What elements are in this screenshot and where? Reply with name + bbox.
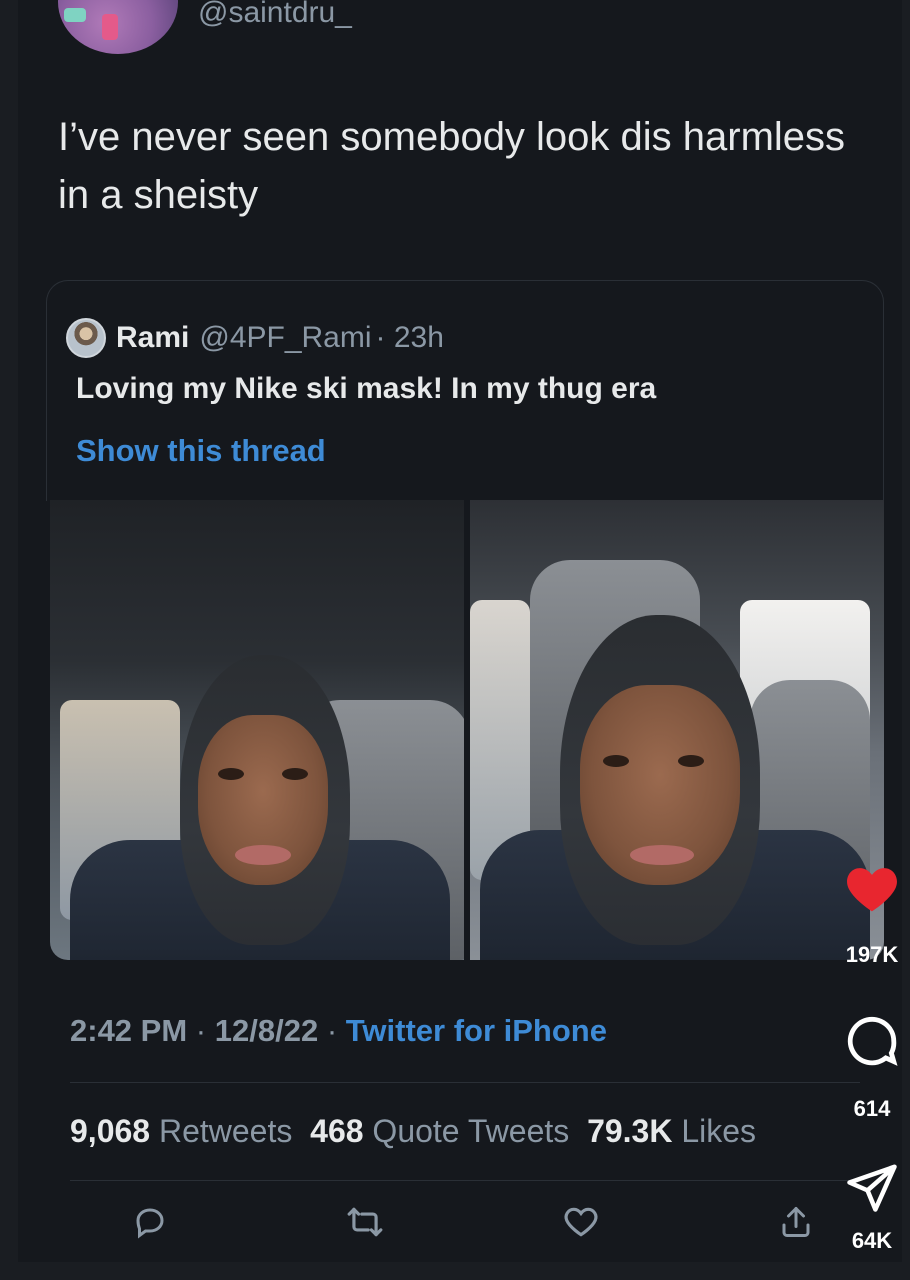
author-handle[interactable]: @saintdru_ (198, 0, 352, 30)
divider (70, 1180, 860, 1181)
meta-separator: · (326, 1013, 338, 1048)
show-thread-link[interactable]: Show this thread (76, 433, 326, 469)
overlay-comment[interactable]: 614 (842, 1012, 902, 1122)
quoted-author-handle: @4PF_Rami (199, 321, 372, 354)
quoted-tweet-text: Loving my Nike ski mask! In my thug era (76, 372, 657, 405)
tweet-date: 12/8/22 (214, 1013, 319, 1048)
likes-stat[interactable]: 79.3K Likes (587, 1113, 756, 1149)
share-icon[interactable] (774, 1200, 818, 1244)
quoted-author-avatar[interactable] (66, 318, 106, 358)
engagement-stats: 9,068 Retweets 468 Quote Tweets 79.3K Li… (70, 1113, 756, 1150)
tweet-metadata: 2:42 PM · 12/8/22 · Twitter for iPhone (70, 1013, 607, 1049)
author-avatar[interactable] (58, 0, 178, 54)
quoted-author-name[interactable]: Rami (116, 321, 189, 355)
like-count: 197K (845, 942, 899, 967)
heart-icon[interactable] (844, 862, 900, 914)
media-photo-1[interactable] (50, 500, 464, 960)
overlay-share[interactable]: 64K (842, 1160, 902, 1254)
tweet-time: 2:42 PM (70, 1013, 188, 1048)
quote-tweets-stat[interactable]: 468 Quote Tweets (310, 1113, 569, 1149)
meta-separator: · (195, 1013, 207, 1048)
tweet-source-link[interactable]: Twitter for iPhone (346, 1013, 607, 1048)
divider (70, 1082, 860, 1083)
comment-icon[interactable] (843, 1012, 901, 1070)
quoted-tweet-media[interactable] (50, 500, 884, 960)
quoted-tweet-header: Rami @4PF_Rami · 23h (66, 318, 444, 358)
reply-icon[interactable] (128, 1200, 172, 1244)
retweet-icon[interactable] (343, 1200, 387, 1244)
heart-icon[interactable] (559, 1200, 603, 1244)
overlay-like[interactable]: 197K (842, 862, 902, 968)
tweet-text: I’ve never seen somebody look dis harmle… (58, 115, 846, 217)
share-count: 64K (851, 1228, 893, 1253)
comment-count: 614 (853, 1096, 891, 1121)
quoted-tweet-time: · 23h (375, 321, 444, 354)
media-photo-2[interactable] (470, 500, 884, 960)
retweets-stat[interactable]: 9,068 Retweets (70, 1113, 292, 1149)
send-icon[interactable] (845, 1160, 899, 1214)
tweet-action-bar (128, 1200, 818, 1244)
tweet-screenshot: @saintdru_ I’ve never seen somebody look… (18, 0, 902, 1262)
